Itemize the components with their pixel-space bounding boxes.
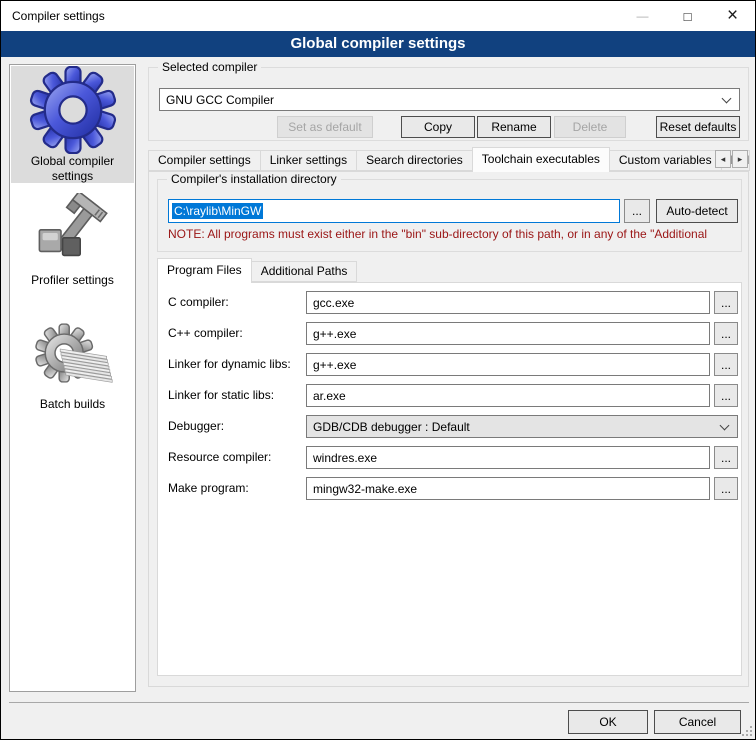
sidebar-item-global-compiler-settings[interactable]: Global compiler settings — [11, 66, 134, 183]
sidebar-item-label: Global compiler settings — [11, 154, 134, 184]
debugger-select-value: GDB/CDB debugger : Default — [313, 420, 470, 434]
installation-directory-group: Compiler's installation directory C:\ray… — [157, 179, 742, 252]
auto-detect-button[interactable]: Auto-detect — [656, 199, 738, 223]
group-label: Selected compiler — [158, 60, 261, 74]
compiler-settings-dialog: Compiler settings — □ × Global compiler … — [0, 0, 756, 740]
field-label: Make program: — [168, 481, 249, 495]
debugger-select[interactable]: GDB/CDB debugger : Default — [306, 415, 738, 438]
make-program-input[interactable] — [306, 477, 710, 500]
delete-button[interactable]: Delete — [554, 116, 626, 138]
resource-compiler-input[interactable] — [306, 446, 710, 469]
field-label: Linker for static libs: — [168, 388, 274, 402]
minimize-icon[interactable]: — — [620, 1, 665, 31]
install-dir-browse-button[interactable]: ... — [624, 199, 650, 223]
tab-toolchain-executables[interactable]: Toolchain executables — [472, 147, 610, 172]
tab-scroll-left-icon[interactable]: ◂ — [715, 150, 731, 168]
tab-search-directories[interactable]: Search directories — [356, 150, 473, 171]
tab-compiler-settings[interactable]: Compiler settings — [148, 150, 261, 171]
linker-static-browse-button[interactable]: ... — [714, 384, 738, 407]
group-label: Compiler's installation directory — [167, 172, 341, 186]
rename-button[interactable]: Rename — [477, 116, 551, 138]
ok-button[interactable]: OK — [568, 710, 648, 734]
field-label: C++ compiler: — [168, 326, 243, 340]
program-files-page: C compiler: ... C++ compiler: ... Linker… — [157, 282, 742, 676]
settings-tab-strip: Compiler settings Linker settings Search… — [148, 147, 749, 171]
cancel-button[interactable]: Cancel — [654, 710, 741, 734]
set-as-default-button[interactable]: Set as default — [277, 116, 373, 138]
cpp-compiler-input[interactable] — [306, 322, 710, 345]
tab-linker-settings[interactable]: Linker settings — [260, 150, 357, 171]
resize-grip[interactable] — [742, 726, 752, 736]
linker-static-row: Linker for static libs: ... — [158, 384, 741, 408]
install-dir-input[interactable]: C:\raylib\MinGW — [168, 199, 620, 223]
install-dir-note: NOTE: All programs must exist either in … — [168, 227, 738, 241]
c-compiler-browse-button[interactable]: ... — [714, 291, 738, 314]
sidebar-item-label: Batch builds — [36, 397, 109, 412]
blue-gear-icon — [29, 66, 117, 154]
linker-static-input[interactable] — [306, 384, 710, 407]
page-title: Global compiler settings — [1, 31, 755, 57]
install-dir-selected-text: C:\raylib\MinGW — [172, 203, 263, 219]
compiler-select[interactable]: GNU GCC Compiler — [159, 88, 740, 111]
close-icon[interactable]: × — [710, 1, 755, 31]
field-label: Debugger: — [168, 419, 224, 433]
sidebar-item-batch-builds[interactable]: Batch builds — [11, 317, 134, 429]
c-compiler-input[interactable] — [306, 291, 710, 314]
compiler-select-value: GNU GCC Compiler — [166, 93, 274, 107]
field-label: Resource compiler: — [168, 450, 271, 464]
toolchain-executables-page: Compiler's installation directory C:\ray… — [148, 171, 749, 687]
field-label: C compiler: — [168, 295, 229, 309]
tab-scroll-controls: ◂ ▸ — [714, 150, 748, 168]
gear-stack-icon — [31, 317, 115, 397]
maximize-icon[interactable]: □ — [665, 1, 710, 31]
cpp-compiler-browse-button[interactable]: ... — [714, 322, 738, 345]
linker-dynamic-row: Linker for dynamic libs: ... — [158, 353, 741, 377]
c-compiler-row: C compiler: ... — [158, 291, 741, 315]
chevron-down-icon — [722, 94, 732, 104]
tab-additional-paths[interactable]: Additional Paths — [251, 261, 358, 282]
make-program-browse-button[interactable]: ... — [714, 477, 738, 500]
cpp-compiler-row: C++ compiler: ... — [158, 322, 741, 346]
sidebar-item-label: Profiler settings — [27, 273, 118, 288]
sidebar-item-profiler-settings[interactable]: Profiler settings — [11, 193, 134, 305]
linker-dynamic-browse-button[interactable]: ... — [714, 353, 738, 376]
title-bar[interactable]: Compiler settings — □ × — [1, 1, 755, 31]
resource-compiler-browse-button[interactable]: ... — [714, 446, 738, 469]
resource-compiler-row: Resource compiler: ... — [158, 446, 741, 470]
tab-program-files[interactable]: Program Files — [157, 258, 252, 283]
copy-button[interactable]: Copy — [401, 116, 475, 138]
settings-category-list: Global compiler settings Profile — [9, 64, 136, 692]
caliper-icon — [33, 193, 113, 273]
linker-dynamic-input[interactable] — [306, 353, 710, 376]
window-title: Compiler settings — [12, 9, 620, 23]
make-program-row: Make program: ... — [158, 477, 741, 501]
chevron-down-icon — [720, 421, 730, 431]
selected-compiler-group: Selected compiler GNU GCC Compiler Set a… — [148, 67, 749, 141]
debugger-row: Debugger: GDB/CDB debugger : Default — [158, 415, 741, 439]
reset-defaults-button[interactable]: Reset defaults — [656, 116, 740, 138]
footer-divider — [9, 702, 749, 703]
tab-custom-variables[interactable]: Custom variables — [609, 150, 722, 171]
field-label: Linker for dynamic libs: — [168, 357, 291, 371]
program-files-tab-strip: Program Files Additional Paths — [157, 258, 356, 282]
tab-scroll-right-icon[interactable]: ▸ — [732, 150, 748, 168]
